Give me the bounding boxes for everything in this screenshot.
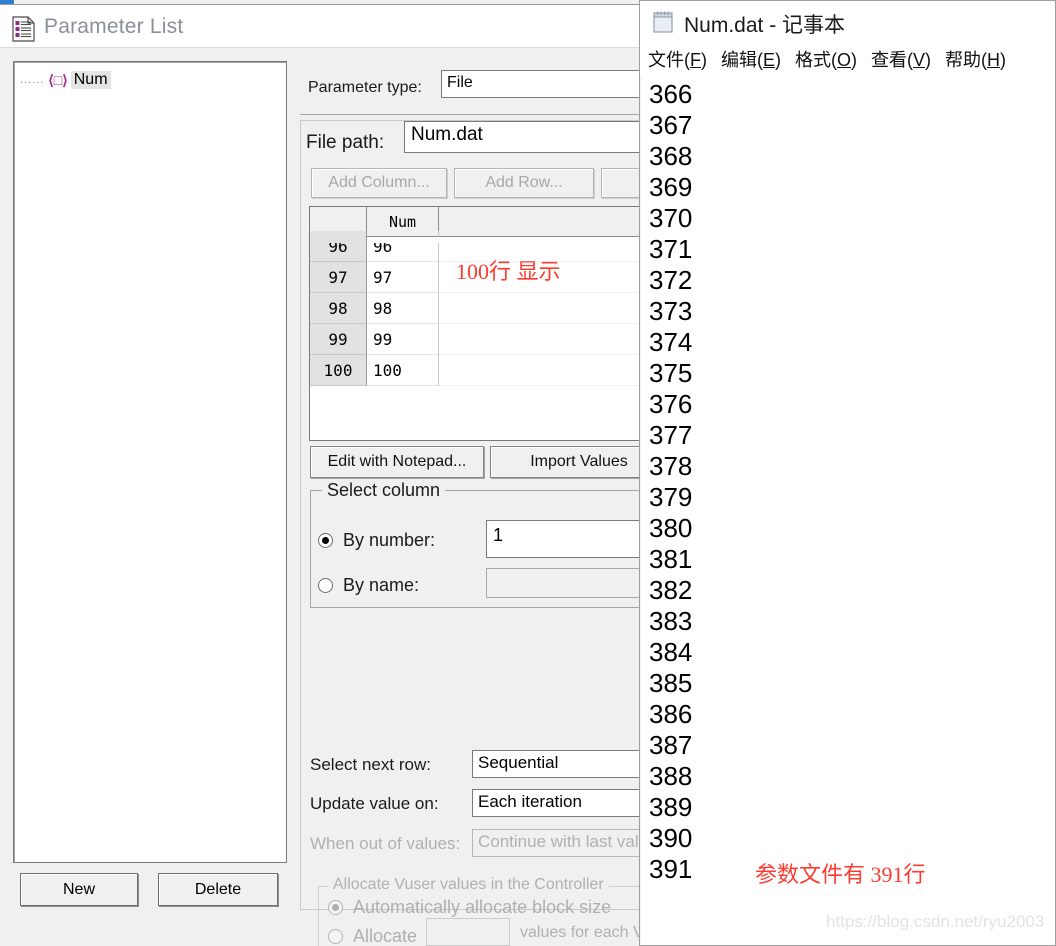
by-number-label: By number:: [343, 530, 436, 550]
by-number-radio[interactable]: [318, 533, 333, 548]
notepad-text-line: 371: [649, 234, 693, 264]
notepad-text-line: 382: [649, 575, 693, 605]
when-out-of-values-label: When out of values:: [310, 834, 461, 853]
notepad-text-line: 376: [649, 389, 693, 419]
notepad-text-line: 366: [649, 79, 693, 109]
notepad-text-line: 380: [649, 513, 693, 543]
notepad-text-line: 370: [649, 203, 693, 233]
add-column-button[interactable]: Add Column...: [311, 168, 447, 198]
watermark: https://blog.csdn.net/ryu2003: [826, 912, 1045, 931]
table-row[interactable]: 99 99: [310, 324, 653, 355]
notepad-title: Num.dat - 记事本: [684, 14, 846, 37]
row-header-cell[interactable]: 97: [310, 262, 367, 293]
by-name-radio[interactable]: [318, 578, 333, 593]
auto-allocate-label: Automatically allocate block size: [353, 897, 612, 917]
parameter-list-icon: [12, 16, 35, 42]
notepad-text-line: 377: [649, 420, 693, 450]
notepad-text-line: 372: [649, 265, 693, 295]
table-cell[interactable]: 99: [367, 324, 439, 355]
edit-with-notepad-button[interactable]: Edit with Notepad...: [310, 446, 484, 478]
notepad-icon: [653, 11, 673, 33]
notepad-text-line: 373: [649, 296, 693, 326]
tree-connector: ......: [20, 74, 45, 86]
table-cell[interactable]: 98: [367, 293, 439, 324]
screenshot-root: Parameter List ...... ⟨□⟩ Num New Delete…: [0, 0, 1056, 946]
tree-item-label: Num: [70, 71, 111, 89]
notepad-text-line: 384: [649, 637, 693, 667]
notepad-text-line: 368: [649, 141, 693, 171]
row-header-cell[interactable]: 99: [310, 324, 367, 355]
notepad-text-line: 383: [649, 606, 693, 636]
notepad-text-line: 385: [649, 668, 693, 698]
notepad-text-area[interactable]: 366 367 368 369 370 371 372 373 374 375 376 377 378 3…: [641, 77, 1054, 943]
notepad-menu-item[interactable]: 帮助(H): [945, 46, 1006, 72]
notepad-text-line: 390: [649, 823, 693, 853]
notepad-text-line: 374: [649, 327, 693, 357]
notepad-text-line: 387: [649, 730, 693, 760]
table-cell-filler: [439, 355, 653, 386]
parameter-data-grid[interactable]: Num 96 96 97 97 98 98 99 99 100 100: [309, 206, 654, 441]
notepad-text-line: 386: [649, 699, 693, 729]
file-path-label: File path:: [306, 132, 385, 153]
notepad-annotation: 参数文件有 391行: [755, 862, 926, 887]
manual-allocate-label: Allocate: [353, 926, 418, 946]
notepad-menu-item[interactable]: 格式(O): [795, 46, 857, 72]
row-header-cell[interactable]: 100: [310, 355, 367, 386]
row-header-cell[interactable]: 96: [310, 231, 367, 262]
row-header-cell[interactable]: 98: [310, 293, 367, 324]
table-cell-filler: [439, 293, 653, 324]
by-name-radio-row[interactable]: By name:: [318, 575, 419, 596]
auto-allocate-radio[interactable]: [328, 900, 343, 915]
allocate-vuser-group-title: Allocate Vuser values in the Controller: [328, 876, 609, 894]
parameter-type-label: Parameter type:: [308, 79, 422, 96]
notepad-text-line: 389: [649, 792, 693, 822]
notepad-window: Num.dat - 记事本 文件(F) 编辑(E) 格式(O) 查看(V) 帮助(H) …: [639, 0, 1056, 946]
notepad-text-line: 381: [649, 544, 693, 574]
by-name-label: By name:: [343, 575, 420, 595]
manual-allocate-radio-row[interactable]: Allocate: [328, 926, 417, 946]
select-next-row-label: Select next row:: [310, 755, 431, 774]
notepad-menubar[interactable]: 文件(F) 编辑(E) 格式(O) 查看(V) 帮助(H): [640, 43, 1055, 75]
notepad-text-line: 375: [649, 358, 693, 388]
notepad-menu-item[interactable]: 文件(F): [648, 46, 707, 72]
update-value-on-label: Update value on:: [310, 794, 439, 813]
notepad-text-line: 369: [649, 172, 693, 202]
delete-button[interactable]: Delete: [158, 873, 278, 906]
allocate-tail-label: values for each V: [520, 924, 644, 941]
new-button[interactable]: New: [20, 873, 138, 906]
table-cell-filler: [439, 324, 653, 355]
parameter-node-icon: ⟨□⟩: [48, 71, 68, 88]
table-cell[interactable]: 100: [367, 355, 439, 386]
notepad-text-line: 388: [649, 761, 693, 791]
auto-allocate-radio-row[interactable]: Automatically allocate block size: [328, 897, 611, 918]
notepad-text-line: 391: [649, 854, 693, 884]
add-row-button[interactable]: Add Row...: [454, 168, 594, 198]
notepad-menu-item[interactable]: 编辑(E): [721, 46, 781, 72]
select-column-group-title: Select column: [322, 480, 446, 501]
grid-annotation: 100行 显示: [456, 259, 561, 284]
tree-item-num[interactable]: ...... ⟨□⟩ Num: [20, 70, 111, 90]
table-row[interactable]: 100 100: [310, 355, 653, 386]
notepad-text-line: 367: [649, 110, 693, 140]
notepad-text-line: 378: [649, 451, 693, 481]
page-title: Parameter List: [44, 15, 184, 38]
notepad-text-line: 379: [649, 482, 693, 512]
manual-allocate-radio[interactable]: [328, 929, 343, 944]
table-row[interactable]: 98 98: [310, 293, 653, 324]
by-number-radio-row[interactable]: By number:: [318, 530, 435, 551]
notepad-titlebar: Num.dat - 记事本: [640, 1, 1055, 43]
notepad-menu-item[interactable]: 查看(V): [871, 46, 931, 72]
parameter-tree[interactable]: ...... ⟨□⟩ Num: [13, 61, 287, 863]
table-cell[interactable]: 97: [367, 262, 439, 293]
table-cell[interactable]: 96: [367, 231, 439, 262]
allocate-block-size-input[interactable]: [426, 918, 510, 946]
